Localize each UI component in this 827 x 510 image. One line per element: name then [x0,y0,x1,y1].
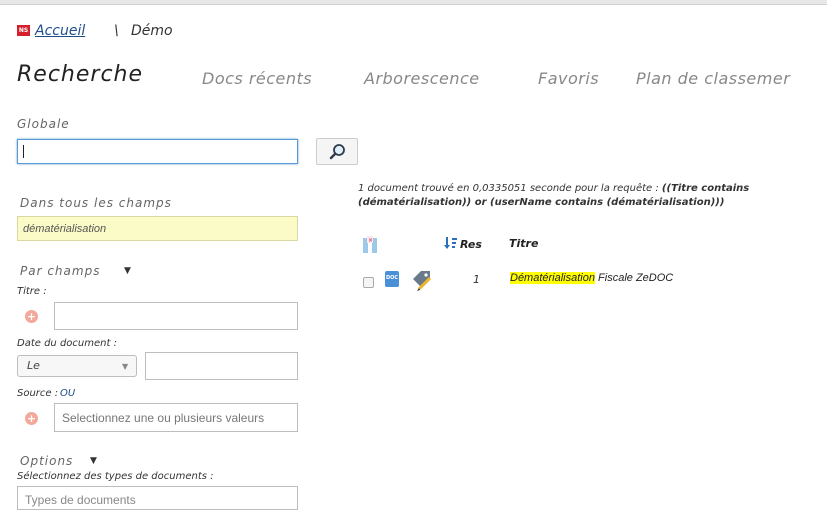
doc-types-placeholder: Types de documents [25,493,136,507]
options-label[interactable]: Options [20,454,73,468]
column-res-header[interactable]: Res [460,238,482,251]
global-search-input[interactable] [17,139,298,164]
query-line-1: ((Titre contains [661,183,750,194]
doc-type-icon: DOC [385,271,399,287]
date-field-label: Date du document : [17,338,117,349]
add-source-icon[interactable]: + [25,412,38,425]
column-title-header[interactable]: Titre [509,237,538,250]
breadcrumb-current: Démo [131,23,173,39]
tab-arborescence[interactable]: Arborescence [364,69,480,88]
breadcrumb-separator: \ [114,23,119,39]
doc-types-label: Sélectionnez des types de documents : [17,471,214,482]
results-summary-text: 1 document trouvé en 0,0335051 seconde p… [358,183,662,194]
all-fields-label: Dans tous les champs [20,196,172,210]
magnifier-icon [329,144,345,160]
title-field-label: Titre : [17,286,47,297]
source-mode-link[interactable]: OU [60,388,75,399]
date-operator-value: Le [27,359,40,372]
select-all-icon[interactable]: × [362,236,378,254]
ns-logo-icon: NS [17,25,30,36]
add-title-icon[interactable]: + [25,310,38,323]
source-placeholder: Selectionnez une ou plusieurs valeurs [62,411,265,425]
tag-edit-icon[interactable] [410,267,434,291]
global-search-label: Globale [17,117,70,131]
search-button[interactable] [316,138,358,165]
row-checkbox[interactable] [363,277,374,288]
tab-recherche[interactable]: Recherche [17,62,143,87]
query-line-2: (dématérialisation)) or (userName contai… [358,197,725,208]
row-title-link[interactable]: Dématérialisation Fiscale ZeDOC [510,272,673,284]
row-title-rest: Fiscale ZeDOC [594,272,674,284]
source-multiselect[interactable]: Selectionnez une ou plusieurs valeurs [54,403,298,432]
window-top-border [0,0,827,5]
all-fields-value: dématérialisation [23,223,107,235]
date-operator-caret-icon: ▼ [122,362,129,371]
tab-plan-de-classement[interactable]: Plan de classemer [636,69,790,88]
by-fields-caret-icon[interactable]: ▼ [124,266,131,276]
svg-text:×: × [368,237,373,244]
results-summary: 1 document trouvé en 0,0335051 seconde p… [358,183,749,194]
date-input[interactable] [145,352,298,380]
breadcrumb-home-link[interactable]: Accueil [35,23,85,39]
search-highlight: Dématérialisation [510,272,595,284]
title-input[interactable] [54,302,298,330]
all-fields-input[interactable]: dématérialisation [17,216,298,241]
doc-type-badge: DOC [386,275,399,281]
sort-icon[interactable] [444,236,458,250]
by-fields-label[interactable]: Par champs [20,264,100,278]
text-cursor [23,145,24,158]
row-number: 1 [473,273,480,286]
source-field-label: Source : [17,388,59,399]
tab-docs-recents[interactable]: Docs récents [202,69,312,88]
options-caret-icon[interactable]: ▼ [90,456,97,466]
doc-types-input[interactable]: Types de documents [17,486,298,510]
tab-favoris[interactable]: Favoris [538,69,599,88]
